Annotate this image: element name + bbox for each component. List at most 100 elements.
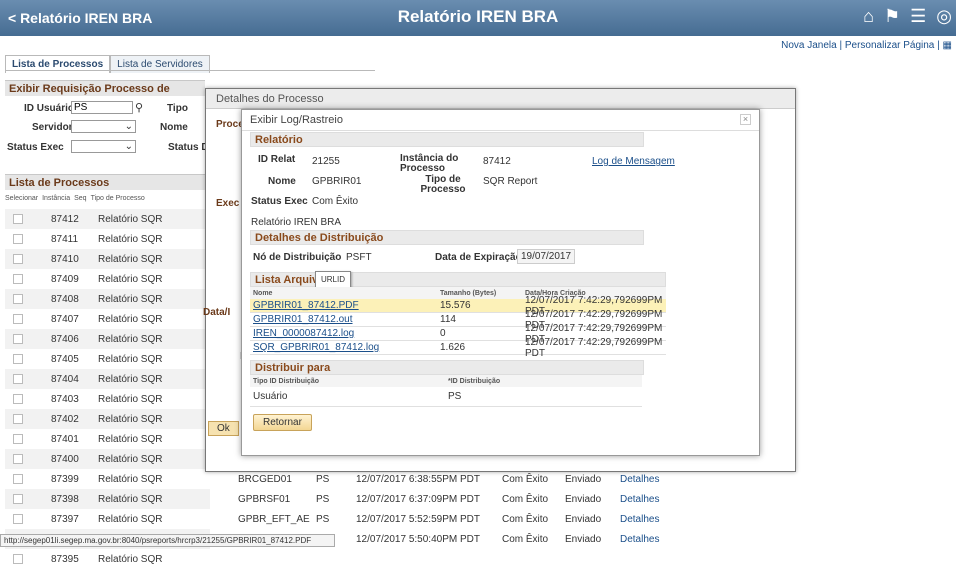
personalize-link[interactable]: Personalizar Página bbox=[845, 40, 935, 51]
table-row: 87403 Relatório SQR bbox=[5, 389, 210, 409]
row-checkbox[interactable] bbox=[13, 254, 23, 264]
search-icon[interactable]: ⚲ bbox=[135, 101, 143, 114]
exec-section-label: Exec bbox=[216, 198, 240, 209]
process-type-cell: Relatório SQR bbox=[98, 213, 163, 225]
details-link[interactable]: Detalhes bbox=[620, 474, 670, 485]
table-row: 87409 Relatório SQR bbox=[5, 269, 210, 289]
row-checkbox[interactable] bbox=[13, 374, 23, 384]
process-section-label: Proce bbox=[216, 119, 244, 130]
log-trace-title: Exibir Log/Rastreio bbox=[250, 114, 343, 126]
menu-icon[interactable]: ☰ bbox=[910, 6, 926, 27]
top-links: Nova Janela | Personalizar Página | ▦ bbox=[781, 40, 952, 51]
table-row: 87399 Relatório SQR bbox=[5, 469, 210, 489]
cell-name: BRCGED01 bbox=[238, 473, 292, 485]
table-row: 87408 Relatório SQR bbox=[5, 289, 210, 309]
message-log-link[interactable]: Log de Mensagem bbox=[592, 156, 675, 167]
table-row: 87402 Relatório SQR bbox=[5, 409, 210, 429]
row-checkbox[interactable] bbox=[13, 314, 23, 324]
instance-label: Instância do Processo bbox=[400, 153, 459, 174]
expiration-value: 19/07/2017 bbox=[517, 249, 576, 264]
distribute-table: Tipo ID Distribuição *ID Distribuição Us… bbox=[250, 375, 642, 407]
details-link[interactable]: Detalhes bbox=[620, 494, 670, 505]
file-link[interactable]: SQR_GPBRIR01_87412.log bbox=[250, 342, 437, 353]
app-header: < Relatório IREN BRA Relatório IREN BRA … bbox=[0, 0, 956, 36]
close-icon[interactable]: × bbox=[740, 114, 751, 125]
process-type-cell: Relatório SQR bbox=[98, 353, 163, 365]
col-dist-type: Tipo ID Distribuição bbox=[253, 377, 319, 385]
row-checkbox[interactable] bbox=[13, 414, 23, 424]
flag-icon[interactable]: ⚑ bbox=[884, 6, 900, 27]
return-button[interactable]: Retornar bbox=[253, 414, 312, 431]
row-checkbox[interactable] bbox=[13, 234, 23, 244]
dist-node-label: Nó de Distribuição bbox=[253, 252, 342, 263]
row-checkbox[interactable] bbox=[13, 474, 23, 484]
instance-cell: 87405 bbox=[51, 353, 79, 365]
table-row: GPBRSF01 PS 12/07/2017 6:37:09PM PDT Com Êx… bbox=[238, 489, 670, 509]
cell-time: 12/07/2017 5:50:40PM PDT bbox=[356, 533, 480, 545]
cell-dist: Enviado bbox=[565, 513, 602, 525]
distribute-row: Usuário PS bbox=[250, 387, 642, 407]
row-checkbox[interactable] bbox=[13, 494, 23, 504]
details-link[interactable]: Detalhes bbox=[620, 514, 670, 525]
file-link[interactable]: GPBRIR01_87412.PDF bbox=[250, 300, 437, 311]
row-checkbox[interactable] bbox=[13, 394, 23, 404]
file-link[interactable]: IREN_0000087412.log bbox=[250, 328, 437, 339]
process-type-cell: Relatório SQR bbox=[98, 453, 163, 465]
col-dist-id: *ID Distribuição bbox=[448, 377, 501, 385]
process-type-cell: Relatório SQR bbox=[98, 253, 163, 265]
row-checkbox[interactable] bbox=[13, 514, 23, 524]
cell-name: GPBR_EFT_AE bbox=[238, 513, 310, 525]
process-details-title: Detalhes do Processo bbox=[206, 89, 795, 109]
navbar-icon[interactable]: ◎ bbox=[936, 6, 952, 27]
process-type-cell: Relatório SQR bbox=[98, 553, 163, 565]
row-checkbox[interactable] bbox=[13, 214, 23, 224]
separator: | bbox=[937, 40, 940, 51]
details-link[interactable]: Detalhes bbox=[620, 534, 670, 545]
cell-user: PS bbox=[316, 513, 330, 525]
row-checkbox[interactable] bbox=[13, 334, 23, 344]
row-checkbox[interactable] bbox=[13, 554, 23, 564]
table-row: 87410 Relatório SQR bbox=[5, 249, 210, 269]
row-checkbox[interactable] bbox=[13, 274, 23, 284]
row-checkbox[interactable] bbox=[13, 454, 23, 464]
process-type-cell: Relatório SQR bbox=[98, 293, 163, 305]
file-size: 1.626 bbox=[440, 342, 466, 353]
table-row: 87406 Relatório SQR bbox=[5, 329, 210, 349]
col-seq: Seq bbox=[74, 195, 87, 202]
instance-value: 87412 bbox=[483, 156, 511, 167]
new-window-link[interactable]: Nova Janela bbox=[781, 40, 837, 51]
report-id-label: ID Relat bbox=[258, 154, 296, 165]
instance-cell: 87410 bbox=[51, 253, 79, 265]
cell-user: PS bbox=[316, 473, 330, 485]
process-type-cell: Relatório SQR bbox=[98, 313, 163, 325]
tab-divider bbox=[5, 70, 375, 71]
report-description: Relatório IREN BRA bbox=[251, 217, 342, 228]
process-type-value: SQR Report bbox=[483, 176, 538, 187]
ok-button[interactable]: Ok bbox=[208, 421, 239, 436]
process-type-cell: Relatório SQR bbox=[98, 373, 163, 385]
file-row: SQR_GPBRIR01_87412.log 1.626 12/07/2017 … bbox=[250, 337, 666, 359]
col-name: Nome bbox=[253, 289, 273, 297]
row-checkbox[interactable] bbox=[13, 294, 23, 304]
process-type-cell: Relatório SQR bbox=[98, 233, 163, 245]
home-icon[interactable]: ⌂ bbox=[863, 6, 874, 27]
process-type-cell: Relatório SQR bbox=[98, 393, 163, 405]
file-list-table: Nome Tamanho (Bytes) Data/Hora Criação G… bbox=[250, 287, 666, 359]
instance-cell: 87411 bbox=[51, 233, 79, 245]
file-link[interactable]: GPBRIR01_87412.out bbox=[250, 314, 437, 325]
table-row: 87401 Relatório SQR bbox=[5, 429, 210, 449]
instance-cell: 87398 bbox=[51, 493, 79, 505]
cell-name: GPBRSF01 bbox=[238, 493, 291, 505]
grid-icon[interactable]: ▦ bbox=[943, 40, 952, 51]
instance-cell: 87408 bbox=[51, 293, 79, 305]
run-status-select[interactable]: ⌄ bbox=[71, 140, 136, 153]
server-select[interactable]: ⌄ bbox=[71, 120, 136, 133]
chevron-down-icon: ⌄ bbox=[124, 121, 133, 132]
user-id-input[interactable] bbox=[71, 101, 133, 114]
row-checkbox[interactable] bbox=[13, 434, 23, 444]
section-distribute-to: Distribuir para bbox=[250, 360, 644, 375]
instance-cell: 87412 bbox=[51, 213, 79, 225]
row-checkbox[interactable] bbox=[13, 354, 23, 364]
cell-status: Com Êxito bbox=[502, 493, 549, 505]
table-row: 87411 Relatório SQR bbox=[5, 229, 210, 249]
